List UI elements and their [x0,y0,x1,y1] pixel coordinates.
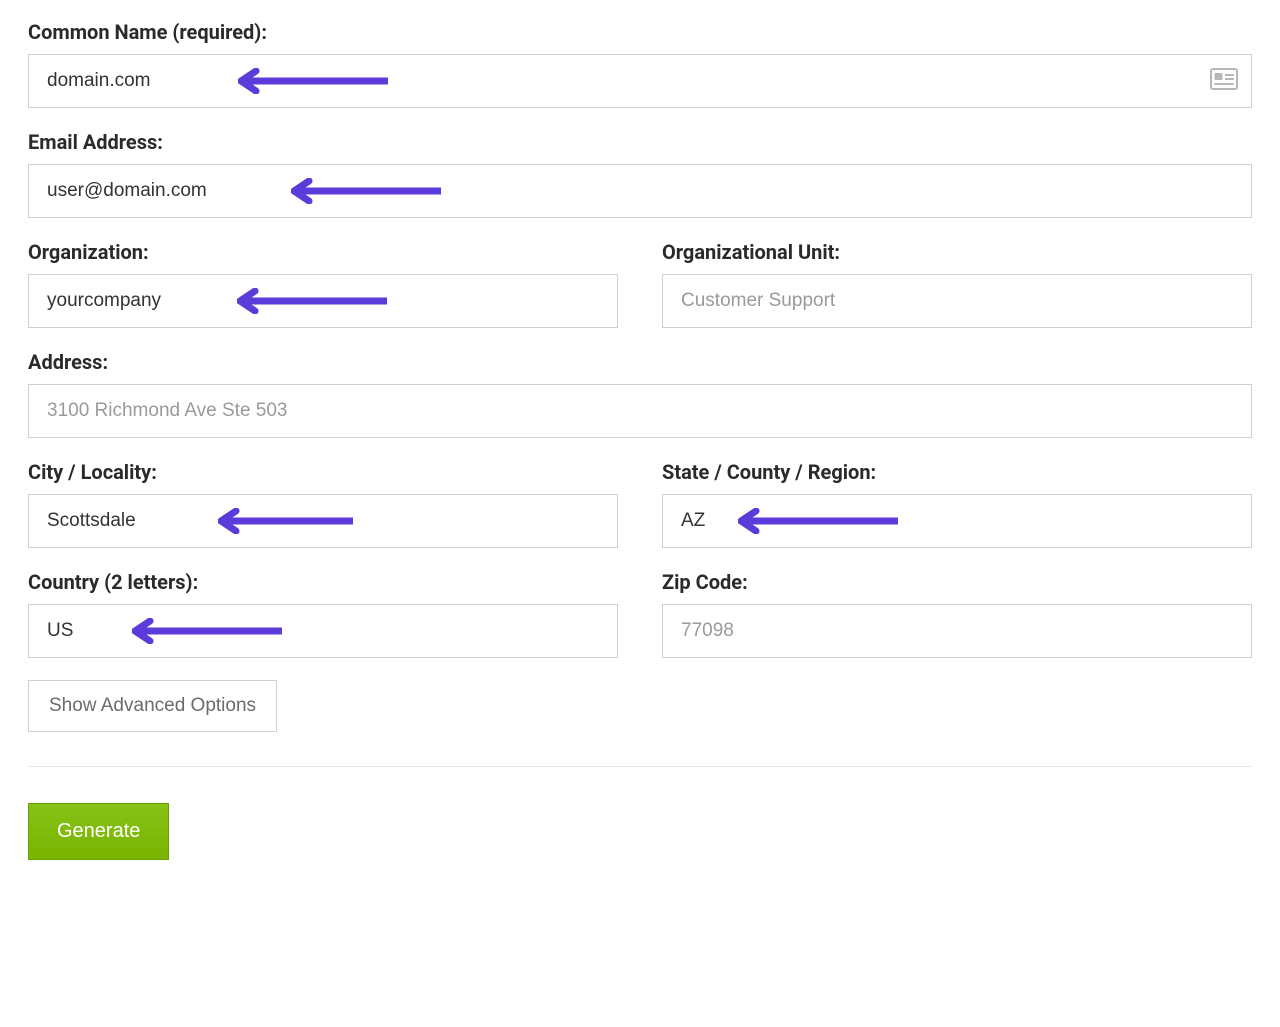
city-input[interactable] [28,494,618,548]
address-label: Address: [28,350,1252,374]
organization-input[interactable] [28,274,618,328]
country-input[interactable] [28,604,618,658]
email-label: Email Address: [28,130,1252,154]
country-label: Country (2 letters): [28,570,618,594]
zip-input[interactable] [662,604,1252,658]
organization-label: Organization: [28,240,618,264]
show-advanced-button[interactable]: Show Advanced Options [28,680,277,732]
common-name-label: Common Name (required): [28,20,1252,44]
org-unit-label: Organizational Unit: [662,240,1252,264]
common-name-input[interactable] [28,54,1252,108]
zip-label: Zip Code: [662,570,1252,594]
email-input[interactable] [28,164,1252,218]
generate-button[interactable]: Generate [28,803,169,860]
address-input[interactable] [28,384,1252,438]
state-input[interactable] [662,494,1252,548]
org-unit-input[interactable] [662,274,1252,328]
city-label: City / Locality: [28,460,618,484]
divider [28,766,1252,767]
state-label: State / County / Region: [662,460,1252,484]
